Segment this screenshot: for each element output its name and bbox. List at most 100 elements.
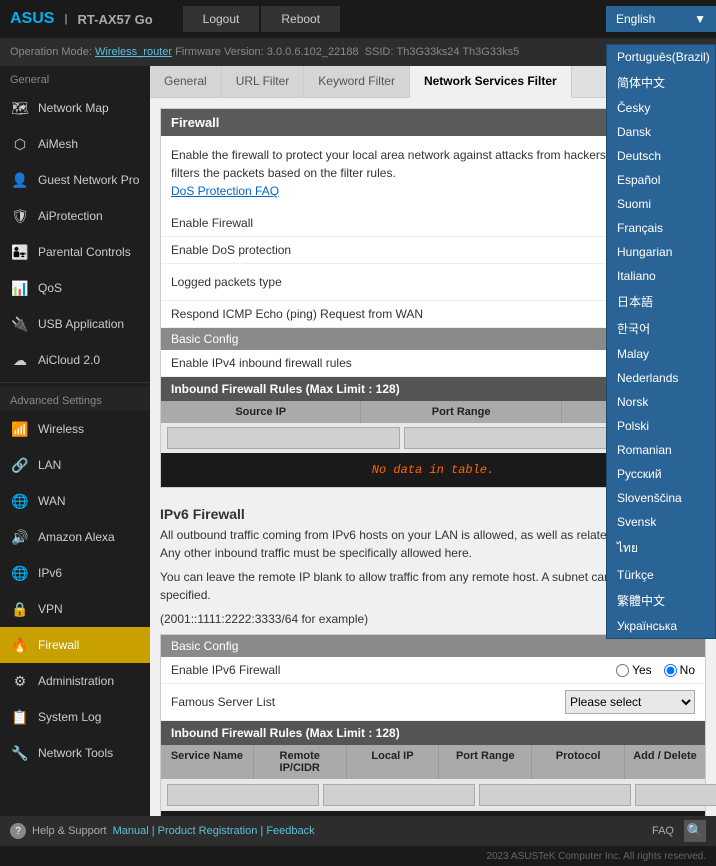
usb-icon: 🔌 — [10, 314, 30, 334]
logo: ASUS | RT-AX57 Go — [0, 10, 163, 28]
sidebar-item-qos[interactable]: 📊 QoS — [0, 270, 150, 306]
manual-link[interactable]: Manual — [113, 825, 149, 837]
lang-option-sv[interactable]: Svensk — [607, 510, 715, 534]
ipv6-table-header: Service Name Remote IP/CIDR Local IP Por… — [161, 745, 705, 779]
lang-option-pl[interactable]: Polski — [607, 414, 715, 438]
sidebar-general-section: General — [0, 66, 150, 90]
lang-option-pt-br[interactable]: Português(Brazil) — [607, 45, 715, 69]
service-name-header: Service Name — [161, 745, 254, 779]
sidebar-item-amazon-alexa[interactable]: 🔊 Amazon Alexa — [0, 519, 150, 555]
footer-right: FAQ 🔍 — [652, 820, 706, 842]
tab-general[interactable]: General — [150, 66, 222, 97]
sidebar-item-network-tools[interactable]: 🔧 Network Tools — [0, 735, 150, 771]
source-ip-input[interactable] — [167, 427, 400, 449]
lang-option-fi[interactable]: Suomi — [607, 192, 715, 216]
lang-option-ro[interactable]: Romanian — [607, 438, 715, 462]
dos-protection-faq-link[interactable]: DoS Protection FAQ — [171, 184, 279, 198]
port-range-ipv6-input[interactable] — [635, 784, 716, 806]
yes-label: Yes — [632, 663, 652, 677]
sidebar-item-usb-application[interactable]: 🔌 USB Application — [0, 306, 150, 342]
no-label: No — [680, 663, 695, 677]
system-log-icon: 📋 — [10, 707, 30, 727]
search-button[interactable]: 🔍 — [684, 820, 706, 842]
enable-ipv6-no[interactable]: No — [664, 663, 695, 677]
lang-option-ko[interactable]: 한국어 — [607, 315, 715, 342]
wan-icon: 🌐 — [10, 491, 30, 511]
product-registration-link[interactable]: Product Registration — [158, 825, 258, 837]
lang-option-nl[interactable]: Nederlands — [607, 366, 715, 390]
tab-url-filter[interactable]: URL Filter — [222, 66, 305, 97]
reboot-button[interactable]: Reboot — [261, 6, 340, 32]
tab-network-services-filter[interactable]: Network Services Filter — [410, 66, 572, 98]
sidebar-item-aiprotection[interactable]: 🛡 AiProtection — [0, 198, 150, 234]
logout-button[interactable]: Logout — [183, 6, 260, 32]
lang-option-uk[interactable]: Українська — [607, 614, 715, 638]
lang-option-no[interactable]: Norsk — [607, 390, 715, 414]
enable-ipv6-yes[interactable]: Yes — [616, 663, 652, 677]
local-ip-header: Local IP — [347, 745, 440, 779]
sidebar-item-aimesh[interactable]: ⬡ AiMesh — [0, 126, 150, 162]
sidebar-item-label: Guest Network Pro — [38, 173, 139, 187]
sidebar-item-wan[interactable]: 🌐 WAN — [0, 483, 150, 519]
sidebar-divider — [0, 382, 150, 383]
enable-dos-label: Enable DoS protection — [171, 243, 616, 257]
service-name-input[interactable] — [167, 784, 319, 806]
lang-option-th[interactable]: ไทย — [607, 534, 715, 563]
sidebar-item-aicloud[interactable]: ☁ AiCloud 2.0 — [0, 342, 150, 378]
sidebar-item-firewall[interactable]: 🔥 Firewall — [0, 627, 150, 663]
operation-mode-value[interactable]: Wireless_router — [95, 46, 172, 58]
sidebar-item-label: System Log — [38, 710, 101, 724]
help-icon: ? — [10, 823, 26, 839]
lang-option-fr[interactable]: Français — [607, 216, 715, 240]
port-range-input[interactable] — [404, 427, 637, 449]
firmware-value: 3.0.0.6.102_22188 — [267, 46, 359, 58]
lang-option-hu[interactable]: Hungarian — [607, 240, 715, 264]
lang-option-ms[interactable]: Malay — [607, 342, 715, 366]
sidebar-item-lan[interactable]: 🔗 LAN — [0, 447, 150, 483]
remote-ip-input[interactable] — [323, 784, 475, 806]
copyright-bar: 2023 ASUSTeK Computer Inc. All rights re… — [0, 846, 716, 866]
lang-option-zh-tw[interactable]: 繁體中文 — [607, 587, 715, 614]
sidebar-item-wireless[interactable]: 📶 Wireless — [0, 411, 150, 447]
sidebar-item-label: Firewall — [38, 638, 79, 652]
lang-option-es[interactable]: Español — [607, 168, 715, 192]
lang-option-tr[interactable]: Türkçe — [607, 563, 715, 587]
aimesh-icon: ⬡ — [10, 134, 30, 154]
lang-option-da[interactable]: Dansk — [607, 120, 715, 144]
sidebar-item-label: Network Tools — [38, 746, 113, 760]
lan-icon: 🔗 — [10, 455, 30, 475]
firmware-label: Firmware Version: — [175, 46, 264, 58]
lang-option-sl[interactable]: Slovenščina — [607, 486, 715, 510]
port-range-ipv6-header: Port Range — [439, 745, 532, 779]
famous-server-select[interactable]: Please select — [565, 690, 695, 714]
footer: ? Help & Support Manual | Product Regist… — [0, 816, 716, 846]
ipv6-input-row: TCP + — [161, 779, 705, 811]
famous-server-row: Famous Server List Please select — [161, 684, 705, 721]
alexa-icon: 🔊 — [10, 527, 30, 547]
sidebar-item-system-log[interactable]: 📋 System Log — [0, 699, 150, 735]
add-delete-header: Add / Delete — [625, 745, 705, 779]
enable-ipv6-row: Enable IPv6 Firewall Yes No — [161, 657, 705, 684]
top-nav: Logout Reboot — [183, 6, 340, 32]
sidebar-item-guest-network[interactable]: 👤 Guest Network Pro — [0, 162, 150, 198]
ipv6-no-data-row: No data in table. — [161, 811, 705, 816]
lang-option-ru[interactable]: Русский — [607, 462, 715, 486]
copyright-text: 2023 ASUSTeK Computer Inc. All rights re… — [486, 851, 706, 862]
sidebar-item-ipv6[interactable]: 🌐 IPv6 — [0, 555, 150, 591]
local-ip-input[interactable] — [479, 784, 631, 806]
sidebar-item-administration[interactable]: ⚙ Administration — [0, 663, 150, 699]
tab-keyword-filter[interactable]: Keyword Filter — [304, 66, 410, 97]
lang-option-cs[interactable]: Česky — [607, 96, 715, 120]
sidebar-item-network-map[interactable]: 🗺 Network Map — [0, 90, 150, 126]
sidebar-item-vpn[interactable]: 🔒 VPN — [0, 591, 150, 627]
sidebar-item-parental-controls[interactable]: 👨‍👧 Parental Controls — [0, 234, 150, 270]
lang-option-it[interactable]: Italiano — [607, 264, 715, 288]
lang-option-ja[interactable]: 日本語 — [607, 288, 715, 315]
lang-option-zh-cn[interactable]: 简体中文 — [607, 69, 715, 96]
aicloud-icon: ☁ — [10, 350, 30, 370]
language-dropdown-button[interactable]: English ▼ — [606, 6, 716, 32]
language-selector[interactable]: English ▼ Português(Brazil) 简体中文 Česky D… — [606, 6, 716, 32]
sidebar-item-label: USB Application — [38, 317, 124, 331]
feedback-link[interactable]: Feedback — [266, 825, 314, 837]
lang-option-de[interactable]: Deutsch — [607, 144, 715, 168]
